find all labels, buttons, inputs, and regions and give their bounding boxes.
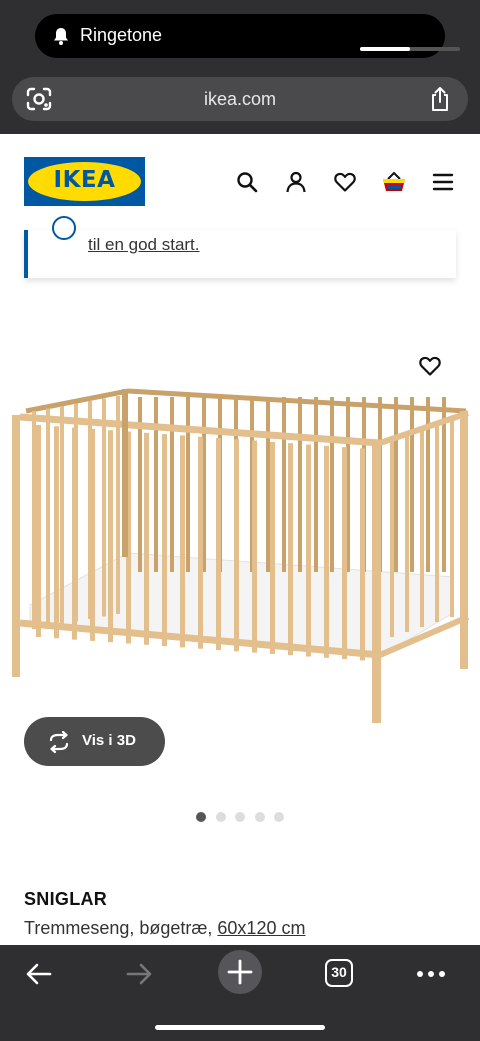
new-tab-button[interactable] (218, 950, 262, 994)
tab-switcher-button[interactable]: 30 (325, 959, 353, 987)
ikea-logo[interactable]: IKEA (24, 157, 145, 206)
ringer-notification: Ringetone (35, 14, 460, 58)
search-icon[interactable] (235, 170, 259, 194)
more-options-icon[interactable] (416, 959, 446, 989)
carousel-dot[interactable] (215, 812, 226, 822)
carousel-dot[interactable] (235, 812, 245, 822)
bell-icon (54, 28, 68, 45)
menu-icon[interactable] (431, 170, 455, 194)
volume-bar-fill (360, 47, 410, 51)
carousel-dot[interactable] (196, 812, 206, 822)
site-header: IKEA (0, 134, 480, 230)
account-icon[interactable] (284, 170, 308, 194)
share-icon[interactable] (428, 86, 452, 112)
rotate-3d-icon (49, 731, 69, 753)
product-type: Tremmeseng, bøgetræ, (24, 918, 218, 938)
view-in-3d-button[interactable]: Vis i 3D (24, 717, 165, 766)
product-size-link[interactable]: 60x120 cm (217, 918, 305, 938)
carousel-dot[interactable] (254, 812, 265, 822)
logo-text: IKEA (53, 167, 116, 193)
address-bar[interactable]: ikea.com (12, 77, 468, 121)
promo-link[interactable]: til en god start. (88, 235, 200, 255)
promo-card: til en god start. (24, 216, 456, 278)
favourites-icon[interactable] (333, 170, 357, 194)
product-image (12, 388, 470, 723)
url-text[interactable]: ikea.com (12, 89, 468, 110)
product-description: Tremmeseng, bøgetræ, 60x120 cm (24, 918, 305, 939)
back-arrow-icon[interactable] (24, 959, 54, 989)
volume-bar (360, 47, 460, 51)
add-to-favourites-icon[interactable] (418, 354, 442, 378)
browser-bottom-toolbar: 30 (0, 945, 480, 1041)
plus-icon (227, 959, 253, 985)
shopping-bag-icon[interactable] (381, 170, 407, 194)
view-in-3d-label: Vis i 3D (82, 732, 136, 749)
home-indicator (155, 1025, 325, 1030)
info-icon (52, 216, 76, 240)
carousel-dot[interactable] (274, 812, 284, 822)
forward-arrow-icon[interactable] (124, 959, 154, 989)
notification-label: Ringetone (80, 25, 163, 45)
product-name: SNIGLAR (24, 889, 108, 909)
browser-top-chrome: Ringetone ikea.com (0, 0, 480, 134)
